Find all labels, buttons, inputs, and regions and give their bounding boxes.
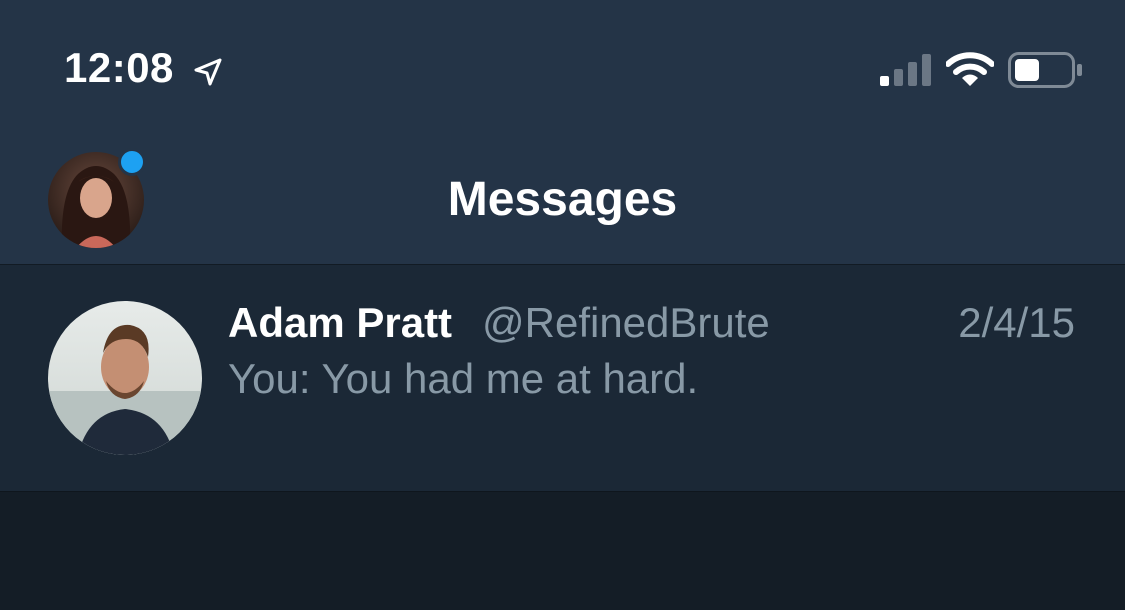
conversation-avatar-image [48,301,202,455]
conversation-handle: @RefinedBrute [482,299,770,346]
cellular-signal-icon [880,54,931,86]
empty-list-area [0,492,1125,610]
conversation-name: Adam Pratt [228,299,453,346]
status-time: 12:08 [64,44,174,91]
location-arrow-icon [194,58,222,86]
wifi-icon [946,52,994,86]
nav-bar: Messages [0,132,1125,264]
conversation-avatar[interactable] [48,301,202,455]
status-bar: 12:08 [0,0,1125,132]
page-title: Messages [447,173,678,226]
conversation-preview: You: You had me at hard. [228,355,699,402]
conversation-date: 2/4/15 [958,299,1075,346]
battery-icon [1008,52,1082,88]
conversation-row[interactable]: Adam Pratt @RefinedBrute 2/4/15 You: You… [0,264,1125,493]
